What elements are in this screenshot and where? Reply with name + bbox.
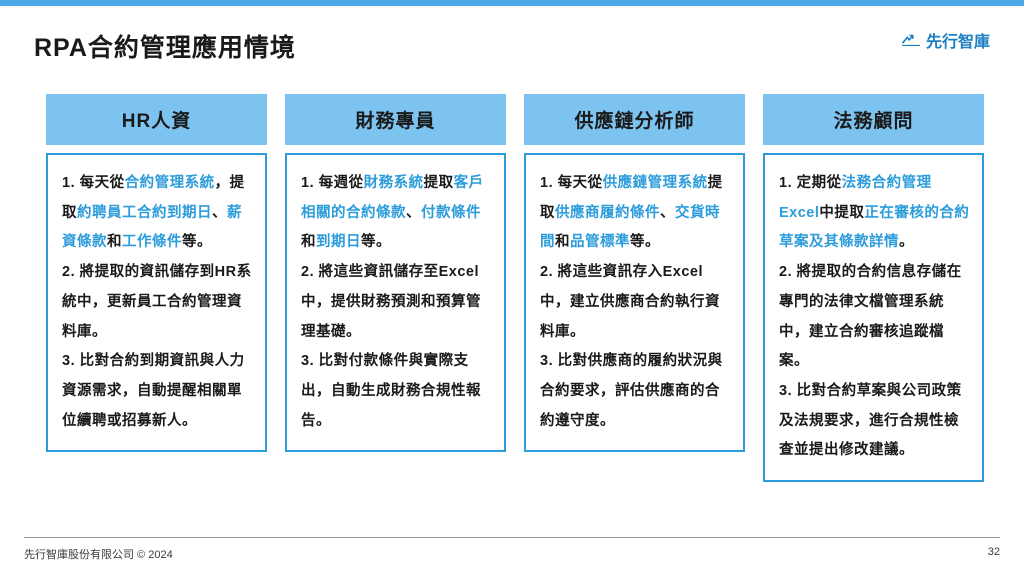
brand-text: 先行智庫 bbox=[926, 28, 990, 52]
columns-grid: HR人資 1. 每天從合約管理系統，提取約聘員工合約到期日、薪資條款和工作條件等… bbox=[0, 64, 1024, 482]
col-header: 供應鏈分析師 bbox=[524, 94, 745, 145]
col-header: 財務專員 bbox=[285, 94, 506, 145]
col-finance: 財務專員 1. 每週從財務系統提取客戶相關的合約條款、付款條件和到期日等。2. … bbox=[285, 94, 506, 482]
page-title: RPA合約管理應用情境 bbox=[34, 28, 296, 64]
brand: 先行智庫 bbox=[902, 28, 990, 52]
col-hr: HR人資 1. 每天從合約管理系統，提取約聘員工合約到期日、薪資條款和工作條件等… bbox=[46, 94, 267, 482]
footer: 先行智庫股份有限公司 © 2024 32 bbox=[24, 537, 1000, 562]
col-body: 1. 每天從供應鏈管理系統提取供應商履約條件、交貨時間和品管標準等。2. 將這些… bbox=[524, 153, 745, 452]
col-header: 法務顧問 bbox=[763, 94, 984, 145]
col-supply: 供應鏈分析師 1. 每天從供應鏈管理系統提取供應商履約條件、交貨時間和品管標準等… bbox=[524, 94, 745, 482]
col-body: 1. 定期從法務合約管理Excel中提取正在審核的合約草案及其條款詳情。2. 將… bbox=[763, 153, 984, 482]
copyright: 先行智庫股份有限公司 © 2024 bbox=[24, 546, 173, 562]
page-number: 32 bbox=[988, 546, 1000, 562]
col-body: 1. 每天從合約管理系統，提取約聘員工合約到期日、薪資條款和工作條件等。2. 將… bbox=[46, 153, 267, 452]
brand-icon bbox=[902, 33, 920, 47]
header: RPA合約管理應用情境 先行智庫 bbox=[0, 6, 1024, 64]
col-header: HR人資 bbox=[46, 94, 267, 145]
col-body: 1. 每週從財務系統提取客戶相關的合約條款、付款條件和到期日等。2. 將這些資訊… bbox=[285, 153, 506, 452]
col-legal: 法務顧問 1. 定期從法務合約管理Excel中提取正在審核的合約草案及其條款詳情… bbox=[763, 94, 984, 482]
